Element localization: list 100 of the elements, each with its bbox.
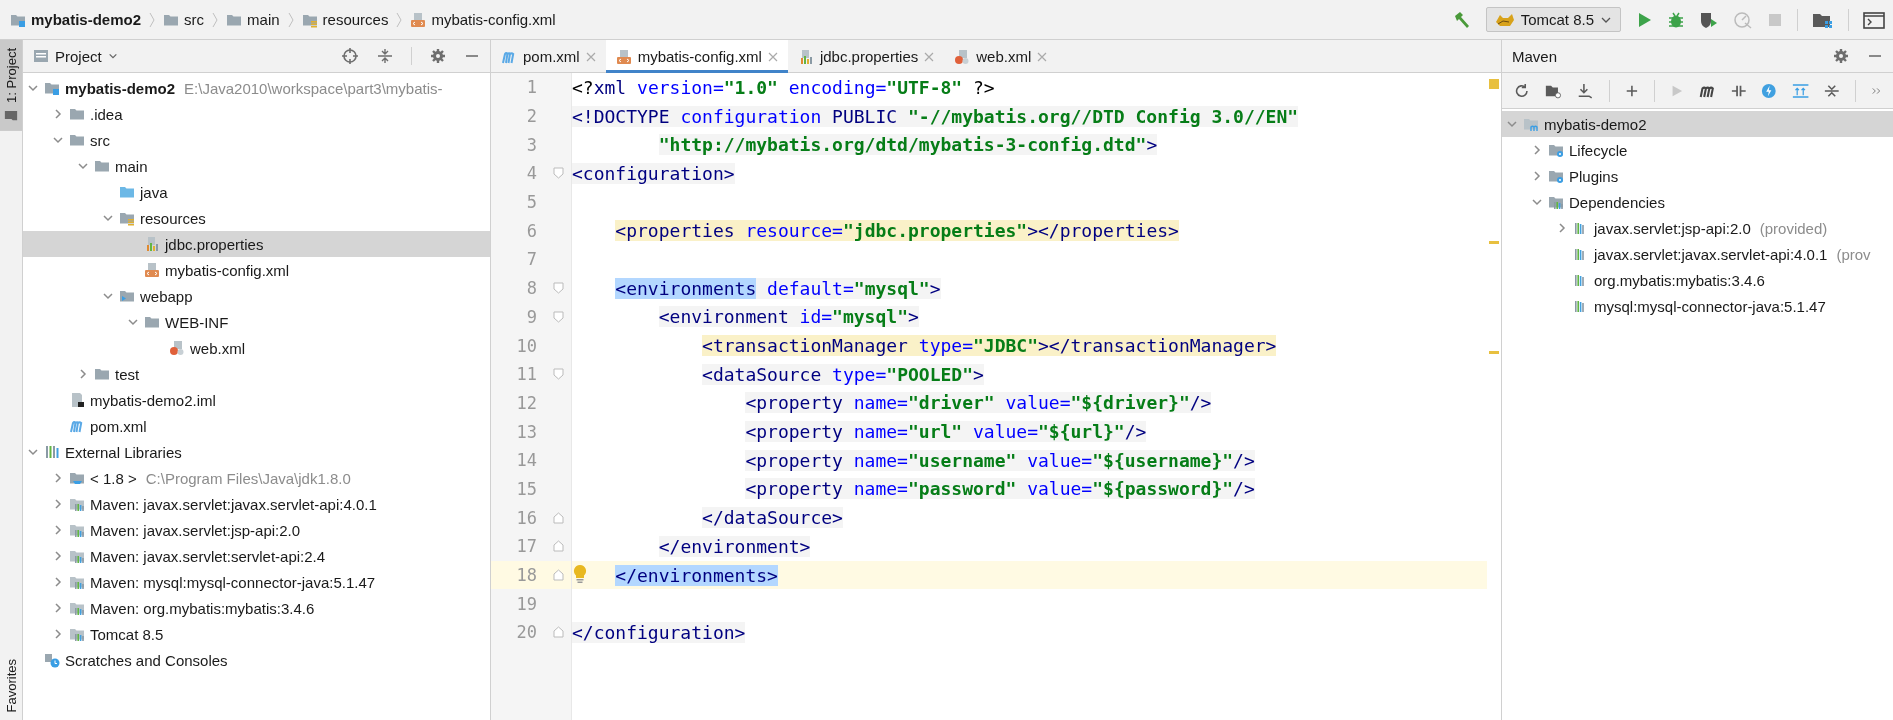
panel-title: Maven	[1512, 47, 1558, 65]
chevron-down-icon[interactable]	[102, 290, 114, 302]
fold-marker-icon[interactable]	[553, 167, 564, 180]
tree-item[interactable]: Maven: javax.servlet:servlet-api:2.4	[23, 543, 490, 569]
chevron-right-icon[interactable]	[52, 576, 64, 588]
tree-item[interactable]: javax.servlet:jsp-api:2.0 (provided)	[1502, 215, 1893, 241]
tree-item[interactable]: mybatis-demo2	[1502, 111, 1893, 137]
chevron-right-icon[interactable]	[52, 108, 64, 120]
close-icon[interactable]	[767, 51, 778, 62]
folder-icon	[69, 132, 85, 148]
tree-item[interactable]: src	[23, 127, 490, 153]
editor-tab[interactable]: mybatis-config.xml	[605, 40, 788, 73]
editor-tab[interactable]: web.xml	[944, 40, 1058, 73]
chevron-right-icon[interactable]	[1531, 170, 1543, 182]
editor-tab[interactable]: jdbc.properties	[787, 40, 945, 73]
chevron-down-icon[interactable]	[52, 134, 64, 146]
tree-item[interactable]: .idea	[23, 101, 490, 127]
close-icon[interactable]	[585, 51, 596, 62]
chevron-right-icon[interactable]	[1556, 222, 1568, 234]
dependencies-icon[interactable]	[1791, 81, 1810, 100]
chevron-right-icon[interactable]	[77, 368, 89, 380]
tree-item[interactable]: webapp	[23, 283, 490, 309]
tree-item[interactable]: Maven: javax.servlet:javax.servlet-api:4.0.1	[23, 491, 490, 517]
breadcrumb-item[interactable]: mybatis-config.xml	[410, 11, 556, 28]
lightning-icon[interactable]	[1761, 81, 1777, 100]
close-icon[interactable]	[924, 51, 935, 62]
chevron-right-icon[interactable]	[52, 628, 64, 640]
chevron-down-icon[interactable]	[1506, 118, 1518, 130]
chevron-down-icon[interactable]	[1531, 196, 1543, 208]
tree-item[interactable]: pom.xml	[23, 413, 490, 439]
breadcrumb-item[interactable]: src	[163, 11, 205, 28]
panel-title-dropdown[interactable]: Project	[33, 47, 118, 65]
warning-marker[interactable]	[1489, 350, 1499, 354]
fold-marker-icon[interactable]	[553, 368, 564, 381]
run-configuration-dropdown[interactable]: Tomcat 8.5	[1485, 7, 1621, 32]
tree-item[interactable]: mysql:mysql-connector-java:5.1.47	[1502, 293, 1893, 319]
settings-icon[interactable]	[430, 48, 446, 64]
breadcrumb-item[interactable]: main	[226, 11, 280, 28]
tree-item[interactable]: javax.servlet:javax.servlet-api:4.0.1 (prov	[1502, 241, 1893, 267]
tree-item[interactable]: Maven: javax.servlet:jsp-api:2.0	[23, 517, 490, 543]
gauge-icon[interactable]	[1733, 10, 1753, 29]
line-number: 19	[515, 593, 537, 614]
chevron-right-icon[interactable]	[52, 524, 64, 536]
chevron-down-icon[interactable]	[102, 212, 114, 224]
line-number: 14	[515, 450, 537, 471]
chevron-right-icon[interactable]	[52, 602, 64, 614]
chevron-right-icon[interactable]	[1531, 144, 1543, 156]
chevron-right-icon[interactable]	[52, 498, 64, 510]
tree-item[interactable]: Lifecycle	[1502, 137, 1893, 163]
tree-item[interactable]: Maven: org.mybatis:mybatis:3.4.6	[23, 595, 490, 621]
download-icon[interactable]	[1576, 81, 1595, 100]
tree-item[interactable]: resources	[23, 205, 490, 231]
fold-marker-icon[interactable]	[553, 569, 564, 582]
chevron-down-icon[interactable]	[127, 316, 139, 328]
tool-window-tab[interactable]: Favorites	[0, 650, 22, 720]
collapse-icon[interactable]	[377, 48, 393, 64]
chevron-down-icon[interactable]	[77, 160, 89, 172]
target-icon[interactable]	[341, 47, 359, 65]
tree-item[interactable]: mybatis-config.xml	[23, 257, 490, 283]
tree-item[interactable]: mybatis-demo2 E:\Java2010\workspace\part3\mybatis-	[23, 75, 490, 101]
chevron-down-icon[interactable]	[27, 446, 39, 458]
fold-marker-icon[interactable]	[553, 511, 564, 524]
tree-item[interactable]: jdbc.properties	[23, 231, 490, 257]
chevron-down-icon[interactable]	[27, 82, 39, 94]
properties-file-icon	[144, 236, 160, 252]
breadcrumb-item[interactable]: mybatis-demo2	[10, 11, 142, 28]
tree-item[interactable]: org.mybatis:mybatis:3.4.6	[1502, 267, 1893, 293]
fold-marker-icon[interactable]	[553, 310, 564, 323]
breadcrumb-item[interactable]: resources	[301, 11, 389, 28]
refresh-icon[interactable]	[1514, 81, 1530, 100]
window-icon[interactable]	[1863, 10, 1885, 29]
tree-item[interactable]: web.xml	[23, 335, 490, 361]
warning-marker[interactable]	[1489, 240, 1499, 244]
tree-item[interactable]: java	[23, 179, 490, 205]
line-number: 9	[525, 306, 537, 327]
chevron-right-icon[interactable]	[52, 472, 64, 484]
close-icon[interactable]	[1037, 51, 1048, 62]
tree-item[interactable]: Maven: mysql:mysql-connector-java:5.1.47	[23, 569, 490, 595]
tree-item[interactable]: Plugins	[1502, 163, 1893, 189]
tree-item[interactable]: Tomcat 8.5	[23, 621, 490, 647]
tree-item[interactable]: External Libraries	[23, 439, 490, 465]
tool-window-tab[interactable]: 1: Project	[0, 40, 22, 131]
fold-marker-icon[interactable]	[553, 540, 564, 553]
tree-item[interactable]: main	[23, 153, 490, 179]
tree-item[interactable]: Scratches and Consoles	[23, 647, 490, 673]
tree-item[interactable]: < 1.8 > C:\Program Files\Java\jdk1.8.0	[23, 465, 490, 491]
tree-item[interactable]: mybatis-demo2.iml	[23, 387, 490, 413]
maven-icon	[69, 418, 85, 434]
tree-item[interactable]: test	[23, 361, 490, 387]
fold-marker-icon[interactable]	[553, 626, 564, 639]
tree-item[interactable]: WEB-INF	[23, 309, 490, 335]
lightbulb-icon[interactable]	[572, 563, 588, 584]
chevron-right-icon[interactable]	[52, 550, 64, 562]
library-icon	[69, 548, 85, 564]
settings-icon[interactable]	[1833, 48, 1849, 64]
fold-marker-icon[interactable]	[553, 282, 564, 295]
editor-tab[interactable]: pom.xml	[491, 40, 606, 73]
tree-item[interactable]: Dependencies	[1502, 189, 1893, 215]
bug-icon[interactable]	[1667, 10, 1685, 29]
shield-icon[interactable]	[1699, 10, 1719, 29]
